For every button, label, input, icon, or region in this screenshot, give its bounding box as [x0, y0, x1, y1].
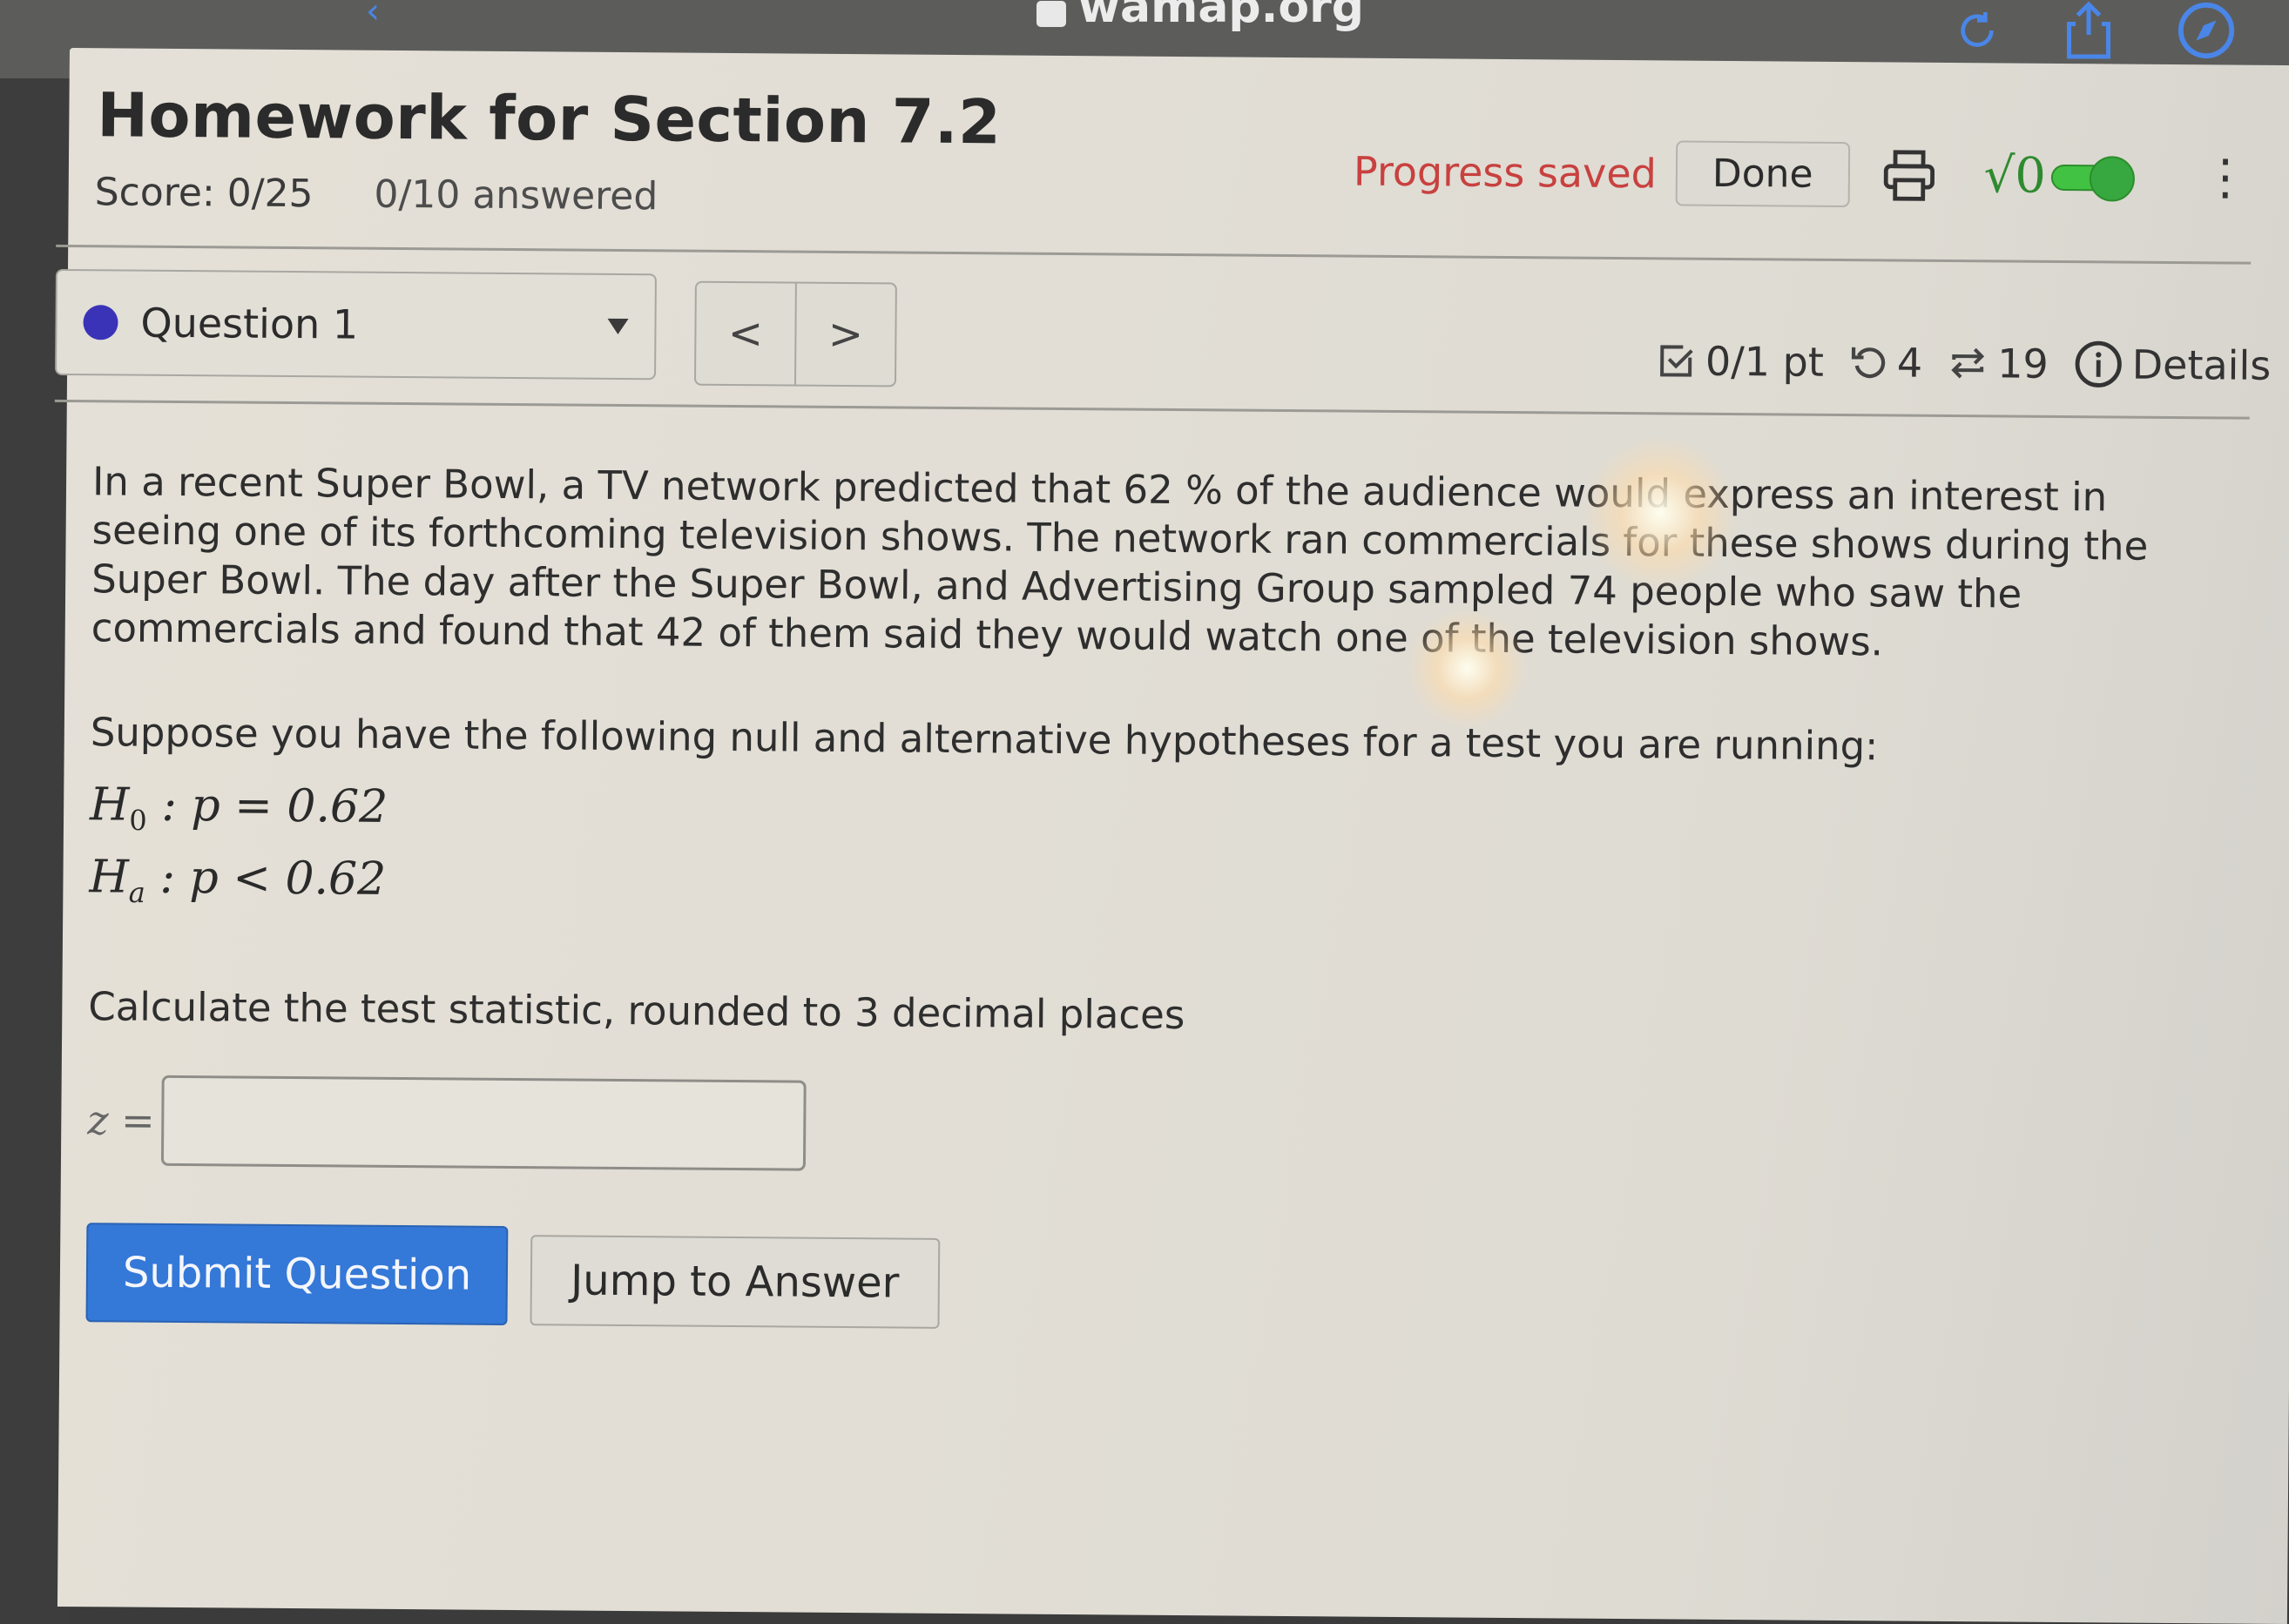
question-selector-label: Question 1 [140, 299, 359, 348]
answer-label: z = [87, 1095, 155, 1144]
details-label: Details [2131, 340, 2272, 389]
question-status-dot [83, 305, 118, 340]
url-text: wamap.org [1078, 0, 1364, 33]
answer-row: z = [87, 1075, 2231, 1182]
checkbox-icon [1659, 345, 1693, 377]
previous-question-button[interactable]: < [696, 283, 795, 385]
header-divider [56, 244, 2252, 265]
browser-back-icon[interactable]: ‹ [366, 0, 380, 31]
attempts-indicator: 4 [1848, 339, 1923, 387]
share-icon[interactable] [2063, 0, 2115, 61]
printer-icon [1883, 149, 1935, 201]
address-bar[interactable]: wamap.org [1036, 0, 1364, 33]
next-question-button[interactable]: > [793, 283, 895, 386]
math-entry-toggle[interactable]: √0 [1983, 147, 2136, 205]
answered-count: 0/10 answered [374, 172, 658, 219]
page-title: Homework for Section 7.2 [97, 79, 1002, 158]
header-actions: Progress saved Done √0 ⋮ [1354, 138, 2255, 211]
versions-indicator: 19 [1947, 340, 2049, 387]
question-body: In a recent Super Bowl, a TV network pre… [85, 457, 2236, 1338]
question-meta: 0/1 pt 4 19 Details [1641, 335, 2272, 391]
caret-down-icon [607, 318, 629, 335]
attempts-count: 4 [1896, 339, 1923, 387]
print-button[interactable] [1863, 147, 1954, 204]
repeat-icon [1951, 347, 1985, 379]
hypotheses-intro: Suppose you have the following null and … [90, 709, 1879, 770]
compass-icon[interactable] [2176, 0, 2237, 61]
points-indicator: 0/1 pt [1655, 337, 1824, 386]
homework-page: Homework for Section 7.2 Score: 0/25 0/1… [54, 48, 2289, 1624]
info-icon [2075, 340, 2122, 387]
question-header-divider [54, 399, 2250, 420]
question-selector[interactable]: Question 1 [55, 268, 657, 381]
reload-icon[interactable] [1953, 6, 2002, 55]
question-text: In a recent Super Bowl, a TV network pre… [91, 458, 2149, 665]
versions-count: 19 [1996, 340, 2049, 387]
question-prompt: Calculate the test statistic, rounded to… [88, 982, 1185, 1038]
retry-icon [1851, 347, 1885, 379]
submit-question-button[interactable]: Submit Question [85, 1222, 509, 1325]
toggle-switch[interactable] [2050, 155, 2136, 202]
more-options-icon[interactable]: ⋮ [2149, 149, 2255, 206]
score-summary: Score: 0/25 0/10 answered [94, 170, 658, 219]
points-text: 0/1 pt [1705, 337, 1825, 386]
score-text: Score: 0/25 [94, 170, 314, 217]
answer-input[interactable] [161, 1075, 807, 1171]
site-icon [1036, 1, 1066, 27]
details-button[interactable]: Details [2073, 339, 2272, 391]
action-buttons: Submit Question Jump to Answer [85, 1222, 2230, 1338]
question-pager: < > [693, 280, 897, 387]
sqrt-icon: √0 [1983, 147, 2047, 205]
done-button[interactable]: Done [1675, 140, 1850, 208]
progress-status: Progress saved [1353, 147, 1658, 197]
jump-to-answer-button[interactable]: Jump to Answer [530, 1234, 940, 1329]
hypotheses: H0 : p = 0.62 Ha : p < 0.62 [89, 776, 2232, 938]
toggle-knob [2089, 155, 2136, 202]
